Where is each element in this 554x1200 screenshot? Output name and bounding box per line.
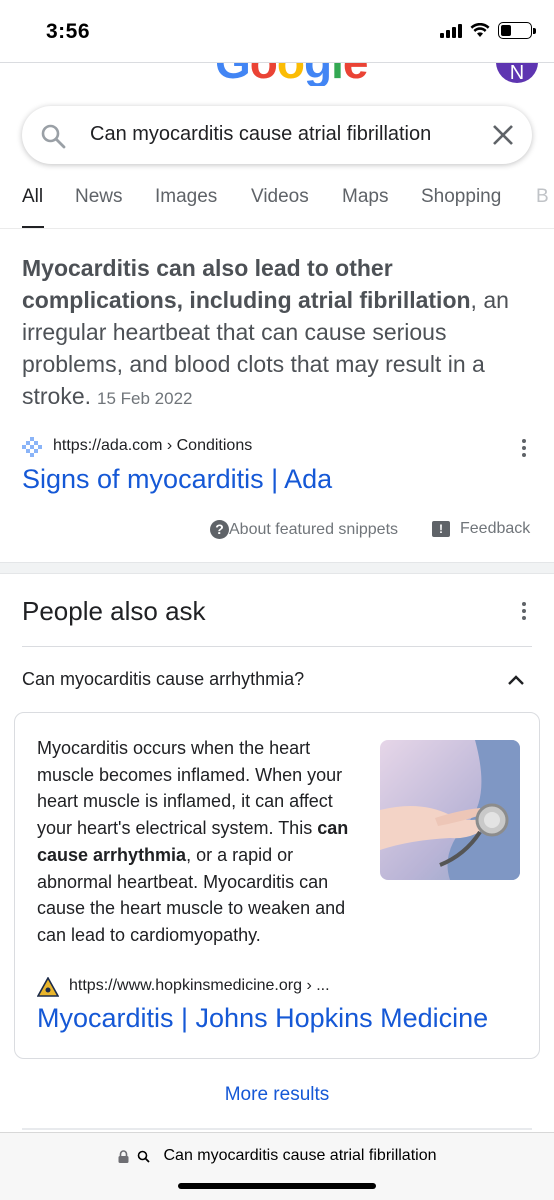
snippet-bold-text: Myocarditis can also lead to other compl…	[22, 255, 471, 313]
google-logo[interactable]: Google	[215, 63, 368, 86]
paa-source-title[interactable]: Myocarditis | Johns Hopkins Medicine	[37, 1003, 488, 1034]
search-icon	[137, 1150, 150, 1163]
paa-question[interactable]: Can myocarditis cause arrhythmia?	[22, 669, 304, 690]
paa-divider	[22, 646, 532, 647]
paa-answer-card: Myocarditis occurs when the heart muscle…	[14, 712, 540, 1059]
chevron-up-icon[interactable]	[506, 670, 526, 690]
lock-icon	[118, 1149, 128, 1163]
more-options-icon[interactable]	[521, 439, 527, 459]
google-header: Google N	[0, 62, 554, 86]
search-input[interactable]: Can myocarditis cause atrial fibrillatio…	[90, 123, 431, 146]
tab-all[interactable]: All	[22, 186, 43, 208]
answer-text-part: Myocarditis occurs when the heart muscle…	[37, 738, 343, 839]
people-also-ask-heading: People also ask	[22, 596, 206, 626]
avatar[interactable]: N	[496, 63, 538, 84]
close-icon[interactable]	[490, 122, 516, 148]
stethoscope-image[interactable]	[380, 740, 520, 880]
tab-books-partial[interactable]: B	[536, 186, 549, 208]
paa-answer-source[interactable]: https://www.hopkinsmedicine.org › ...	[37, 975, 517, 997]
tab-news[interactable]: News	[75, 186, 123, 208]
address-bar-content[interactable]: Can myocarditis cause atrial fibrillatio…	[0, 1147, 554, 1165]
tab-maps[interactable]: Maps	[342, 186, 388, 208]
about-featured-snippets-label: About featured snippets	[229, 520, 399, 538]
featured-snippet-text: Myocarditis can also lead to other compl…	[22, 252, 534, 415]
battery-level	[501, 25, 511, 36]
status-icons	[440, 22, 536, 39]
bottom-divider	[22, 1128, 532, 1130]
help-icon: ?	[210, 520, 229, 539]
feedback-icon: !	[432, 521, 450, 537]
snippet-date: 15 Feb 2022	[97, 389, 193, 408]
more-results-button[interactable]: More results	[0, 1084, 554, 1106]
paa-source-url[interactable]: https://www.hopkinsmedicine.org › ...	[69, 977, 330, 995]
section-separator	[0, 562, 554, 574]
battery-icon	[498, 22, 536, 39]
paa-more-options-icon[interactable]	[521, 602, 527, 622]
tabs-divider	[0, 228, 554, 229]
status-time: 3:56	[46, 20, 91, 43]
address-bar-text[interactable]: Can myocarditis cause atrial fibrillatio…	[164, 1147, 437, 1165]
home-indicator[interactable]	[178, 1183, 376, 1189]
tab-videos[interactable]: Videos	[251, 186, 309, 208]
tab-images[interactable]: Images	[155, 186, 217, 208]
feedback-label: Feedback	[460, 520, 531, 537]
snippet-result-title[interactable]: Signs of myocarditis | Ada	[22, 464, 332, 495]
wifi-icon	[470, 23, 490, 37]
search-tabs: All News Images Videos Maps Shopping B	[0, 186, 554, 228]
feedback-link[interactable]: ! Feedback	[432, 520, 530, 538]
hopkins-favicon-icon	[37, 977, 59, 997]
about-featured-snippets-link[interactable]: ? About featured snippets	[210, 520, 398, 539]
cellular-signal-icon	[440, 23, 462, 38]
paa-answer-text: Myocarditis occurs when the heart muscle…	[37, 735, 371, 949]
status-bar: 3:56	[0, 0, 554, 62]
ada-favicon-icon	[22, 437, 42, 457]
search-box[interactable]: Can myocarditis cause atrial fibrillatio…	[22, 106, 532, 164]
snippet-footer: ? About featured snippets ! Feedback	[0, 520, 554, 542]
snippet-source-url[interactable]: https://ada.com › Conditions	[53, 437, 252, 455]
browser-address-bar[interactable]: Can myocarditis cause atrial fibrillatio…	[0, 1132, 554, 1200]
tab-shopping[interactable]: Shopping	[421, 186, 501, 208]
search-icon[interactable]	[40, 123, 66, 149]
snippet-source[interactable]: https://ada.com › Conditions	[22, 436, 534, 458]
